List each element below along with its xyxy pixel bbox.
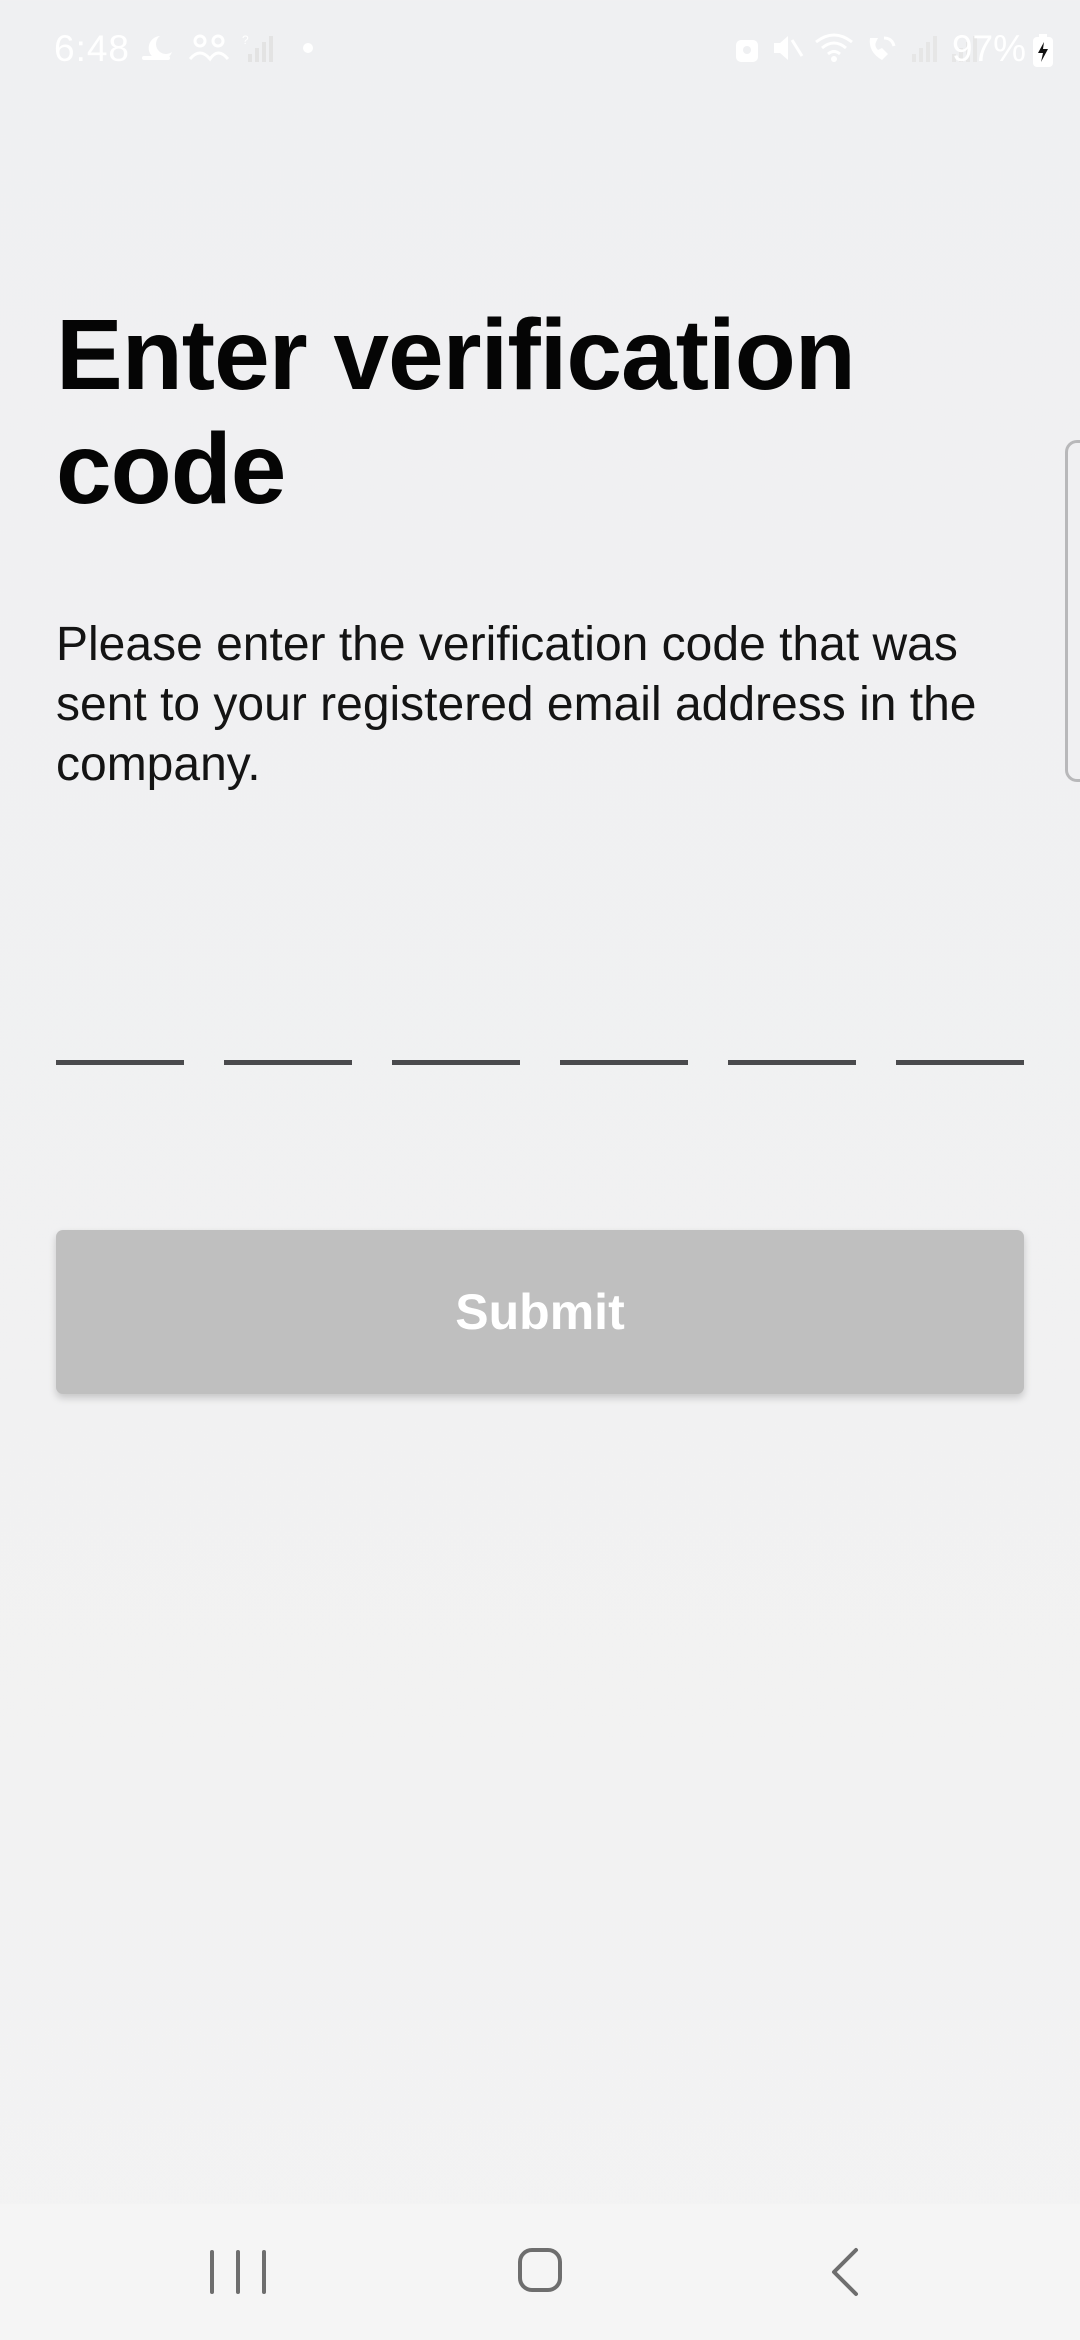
status-time: 6:48: [54, 28, 131, 69]
status-right-icons: [734, 32, 980, 64]
code-digit-input-2[interactable]: [224, 1000, 352, 1065]
battery-percent: 97%: [951, 28, 1026, 69]
wifi-icon: [815, 33, 853, 62]
status-left-icons: ?: [140, 32, 318, 64]
edge-panel-handle[interactable]: [1065, 440, 1080, 782]
code-digit-input-1[interactable]: [56, 1000, 184, 1065]
code-digit-input-4[interactable]: [560, 1000, 688, 1065]
dot-icon: [303, 43, 313, 53]
recents-icon[interactable]: [210, 2246, 266, 2298]
navigation-bar: [0, 2204, 1080, 2340]
status-bar: 6:48 ? 97%: [0, 0, 1080, 100]
code-digit-input-6[interactable]: [896, 1000, 1024, 1065]
page-title: Enter verification code: [56, 299, 856, 525]
submit-button[interactable]: Submit: [56, 1230, 1024, 1394]
code-digit-input-5[interactable]: [728, 1000, 856, 1065]
lock-icon: [736, 40, 758, 62]
code-digit-input-3[interactable]: [392, 1000, 520, 1065]
back-icon[interactable]: [820, 2244, 870, 2300]
signal-question-icon: ?: [242, 33, 273, 62]
people-icon: [188, 34, 230, 62]
moon-icon: [142, 36, 172, 60]
signal-icon: [912, 36, 937, 62]
page-description: Please enter the verification code that …: [56, 618, 977, 791]
home-icon[interactable]: [518, 2248, 562, 2292]
verification-code-inputs: [56, 1000, 1024, 1065]
svg-text:?: ?: [242, 33, 249, 47]
battery-charging-icon: [1033, 34, 1053, 67]
mute-icon: [774, 36, 804, 60]
wifi-call-icon: [869, 36, 896, 60]
